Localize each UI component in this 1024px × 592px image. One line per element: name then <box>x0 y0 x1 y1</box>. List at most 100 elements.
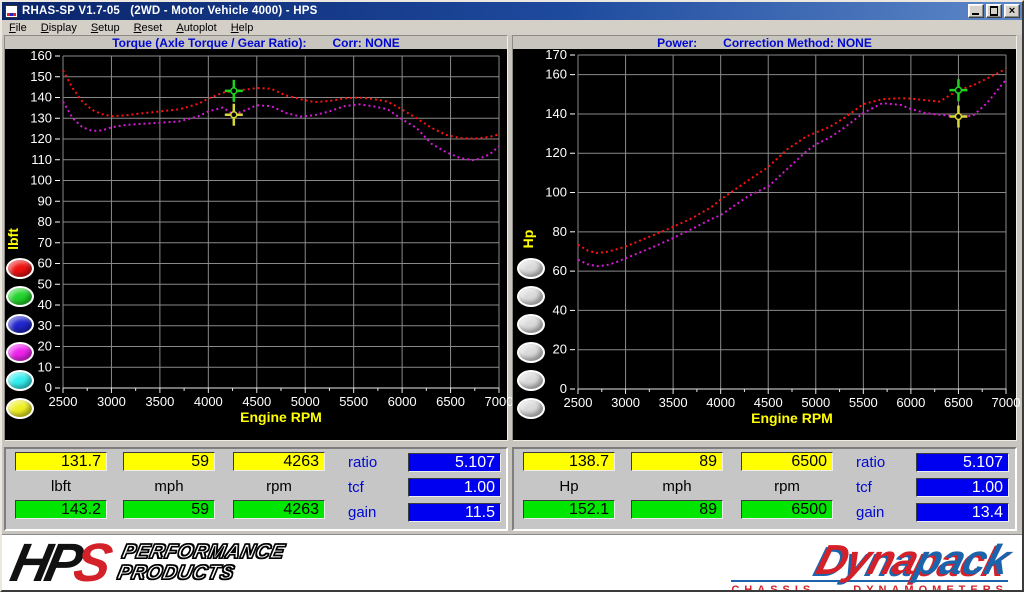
run-select-button-green[interactable] <box>6 286 34 307</box>
power-chart-plot[interactable]: 0204060801001201401601702500300035004000… <box>513 49 1016 440</box>
y-tick-label: 50 <box>38 276 52 291</box>
close-icon: × <box>1005 5 1019 17</box>
param-label-tcf: tcf <box>348 478 404 497</box>
minimize-button[interactable] <box>968 4 984 18</box>
app-icon <box>5 5 18 18</box>
gridlines <box>63 56 499 388</box>
y-tick-label: 120 <box>545 145 567 160</box>
run-select-button-magenta[interactable] <box>6 342 34 363</box>
menu-item-setup[interactable]: Setup <box>84 21 127 35</box>
menu-item-reset[interactable]: Reset <box>127 21 170 35</box>
param-label-ratio: ratio <box>856 453 912 472</box>
data-series <box>578 69 1006 266</box>
x-tick-label: 4000 <box>706 395 735 410</box>
run-2-torque-curve <box>63 102 499 161</box>
run-select-button-gray-3[interactable] <box>517 314 545 335</box>
dynapack-chassis-text: CHASSIS <box>731 584 815 592</box>
cursor-value-lbft: 131.7 <box>15 452 107 471</box>
run-select-button-red[interactable] <box>6 258 34 279</box>
torque-chart-plot[interactable]: 0102030405060708090100110120130140150160… <box>5 49 507 440</box>
window-controls: × <box>968 4 1020 18</box>
menu-item-display[interactable]: Display <box>34 21 84 35</box>
cursor-value-mph: 59 <box>123 452 215 471</box>
run-select-button-gray-2[interactable] <box>517 286 545 307</box>
restore-button[interactable] <box>986 4 1002 18</box>
x-tick-label: 6000 <box>896 395 925 410</box>
x-tick-label: 3000 <box>611 395 640 410</box>
menu-item-autoplot[interactable]: Autoplot <box>169 21 223 35</box>
param-value-gain: 13.4 <box>916 503 1009 522</box>
restore-icon <box>990 7 998 15</box>
power-correction-status: Correction Method: NONE <box>723 36 872 49</box>
run-select-button-gray-6[interactable] <box>517 398 545 419</box>
y-tick-label: 70 <box>38 235 52 250</box>
unit-label-rpm: rpm <box>233 477 325 496</box>
gridlines <box>578 55 1006 389</box>
y-tick-label: 80 <box>553 224 567 239</box>
peak-value-rpm: 4263 <box>233 500 325 519</box>
run-select-button-gray-4[interactable] <box>517 342 545 363</box>
run-2-power-curve <box>578 80 1006 267</box>
y-tick-label: 60 <box>553 263 567 278</box>
y-tick-label: 160 <box>545 67 567 82</box>
x-tick-label: 5500 <box>339 394 368 409</box>
torque-correction-status: Corr: NONE <box>332 36 399 49</box>
y-tick-label: 130 <box>30 110 52 125</box>
menu-item-help[interactable]: Help <box>224 21 261 35</box>
axis-labels: 0204060801001201401601702500300035004000… <box>520 47 1020 426</box>
data-series <box>63 71 499 161</box>
axis-labels: 0102030405060708090100110120130140150160… <box>5 48 513 425</box>
param-label-ratio: ratio <box>348 453 404 472</box>
param-value-ratio: 5.107 <box>408 453 501 472</box>
dynapack-dynamometers-text: DYNAMOMETERS <box>853 584 1008 592</box>
hps-logo-text: HPS <box>6 537 111 589</box>
y-tick-label: 40 <box>553 302 567 317</box>
run-select-button-gray-1[interactable] <box>517 258 545 279</box>
y-tick-label: 170 <box>545 47 567 62</box>
peak-value-mph: 89 <box>631 500 723 519</box>
torque-chart-panel: Torque (Axle Torque / Gear Ratio): Corr:… <box>4 35 508 441</box>
power-chart-title: Power: <box>657 36 697 49</box>
run-1-torque-curve <box>63 71 499 139</box>
x-tick-label: 4500 <box>242 394 271 409</box>
axes <box>570 55 1006 394</box>
y-tick-label: 100 <box>545 185 567 200</box>
close-button[interactable]: × <box>1004 4 1020 18</box>
title-bar[interactable]: RHAS-SP V1.7-05 (2WD - Motor Vehicle 400… <box>2 2 1022 20</box>
x-tick-label: 5500 <box>849 395 878 410</box>
x-tick-label: 5000 <box>291 394 320 409</box>
x-tick-label: 3000 <box>97 394 126 409</box>
y-axis-label: lbft <box>5 228 21 250</box>
unit-label-mph: mph <box>631 477 723 496</box>
param-value-tcf: 1.00 <box>916 478 1009 497</box>
menu-item-file[interactable]: File <box>2 21 34 35</box>
x-tick-label: 5000 <box>801 395 830 410</box>
y-tick-label: 150 <box>30 69 52 84</box>
param-label-tcf: tcf <box>856 478 912 497</box>
y-tick-label: 100 <box>30 173 52 188</box>
run-select-button-cyan[interactable] <box>6 370 34 391</box>
y-axis-label: Hp <box>520 230 536 249</box>
y-tick-label: 20 <box>38 339 52 354</box>
unit-label-rpm: rpm <box>741 477 833 496</box>
x-tick-label: 7000 <box>992 395 1021 410</box>
cursor-value-hp: 138.7 <box>523 452 615 471</box>
run-select-button-gray-5[interactable] <box>517 370 545 391</box>
x-tick-label: 2500 <box>49 394 78 409</box>
run-select-button-yellow[interactable] <box>6 398 34 419</box>
y-tick-label: 10 <box>38 359 52 374</box>
dynapack-logo-text: Dynapack <box>812 541 1013 579</box>
y-tick-label: 80 <box>38 214 52 229</box>
hps-performance-text: PERFORMANCE <box>120 542 287 563</box>
param-label-gain: gain <box>856 503 912 522</box>
peak-value-mph: 59 <box>123 500 215 519</box>
cursor-cross-green <box>949 79 967 101</box>
menu-bar: FileDisplaySetupResetAutoplotHelp <box>2 20 1022 35</box>
run-select-button-blue[interactable] <box>6 314 34 335</box>
y-tick-label: 20 <box>553 342 567 357</box>
y-tick-label: 120 <box>30 131 52 146</box>
param-value-ratio: 5.107 <box>916 453 1009 472</box>
torque-chart-header: Torque (Axle Torque / Gear Ratio): Corr:… <box>5 36 507 49</box>
param-label-gain: gain <box>348 503 404 522</box>
x-tick-label: 6500 <box>944 395 973 410</box>
